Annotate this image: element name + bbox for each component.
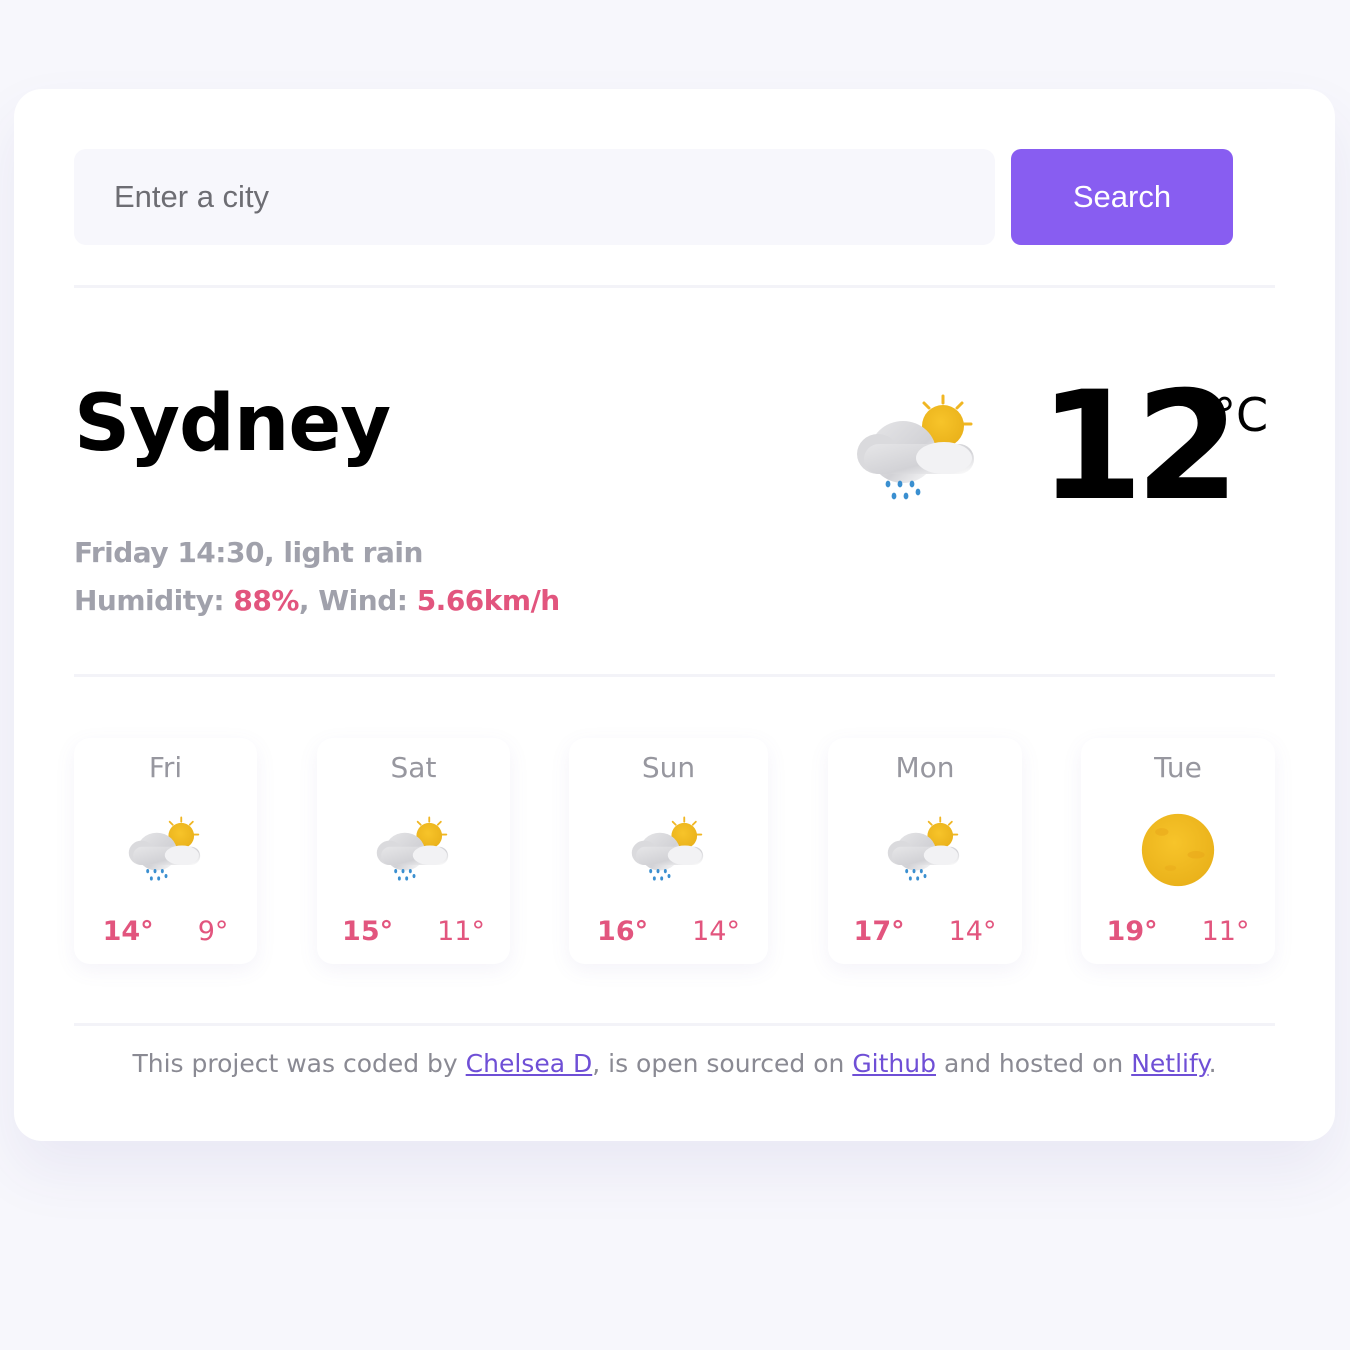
forecast-day: Mon 17° 14° (828, 738, 1022, 964)
forecast-day-name: Sun (641, 751, 696, 784)
footer-text: . (1208, 1049, 1217, 1078)
forecast-min-temp: 14° (948, 916, 997, 947)
forecast-temps: 17° 14° (828, 914, 1022, 950)
forecast-day: Tue 19° 11° (1081, 738, 1275, 964)
forecast-day: Sun 16° 14° (569, 738, 768, 964)
forecast-day: Fri 14° 9° (74, 738, 257, 964)
forecast-temps: 16° 14° (569, 914, 768, 950)
forecast-temps: 19° 11° (1081, 914, 1275, 950)
rain-sun-icon (884, 815, 966, 887)
sun-icon (1139, 811, 1217, 889)
rain-sun-icon (628, 815, 710, 887)
wind-label: Wind: (318, 584, 408, 617)
footer: This project was coded by Chelsea D, is … (14, 1044, 1335, 1084)
forecast-max-temp: 14° (102, 916, 154, 947)
forecast-day-name: Tue (1154, 751, 1202, 784)
rain-sun-icon (856, 392, 980, 510)
forecast-min-temp: 11° (437, 916, 485, 947)
forecast-day-name: Fri (148, 751, 183, 784)
humidity-value: 88% (233, 584, 299, 617)
weather-details: Friday 14:30, light rain Humidity: 88%, … (74, 529, 560, 625)
weather-app-card: Search Sydney Friday 14:30, light rain H… (14, 89, 1335, 1141)
forecast-day: Sat 15° 11° (317, 738, 510, 964)
github-link[interactable]: Github (852, 1049, 936, 1078)
divider (74, 285, 1275, 288)
author-link[interactable]: Chelsea D (466, 1049, 593, 1078)
current-datetime: Friday 14:30 (74, 536, 264, 569)
forecast-temps: 14° 9° (74, 914, 257, 950)
humidity-label: Humidity: (74, 584, 225, 617)
weather-description: light rain (283, 536, 423, 569)
rain-sun-icon (373, 815, 455, 887)
search-button[interactable]: Search (1011, 149, 1233, 245)
forecast-min-temp: 14° (692, 916, 740, 947)
city-name: Sydney (74, 379, 391, 469)
search-input[interactable] (74, 149, 995, 245)
forecast-max-temp: 16° (597, 916, 649, 947)
forecast-day-name: Sat (390, 751, 437, 784)
footer-text: This project was coded by (132, 1049, 466, 1078)
divider (74, 674, 1275, 677)
footer-text: and hosted on (936, 1049, 1132, 1078)
current-temperature: 12 (1039, 360, 1240, 534)
footer-text: , is open sourced on (592, 1049, 853, 1078)
forecast-max-temp: 19° (1106, 916, 1158, 947)
forecast-min-temp: 9° (197, 916, 229, 947)
netlify-link[interactable]: Netlify (1131, 1049, 1208, 1078)
date-description-line: Friday 14:30, light rain (74, 536, 423, 569)
wind-value: 5.66km/h (416, 584, 561, 617)
forecast-min-temp: 11° (1201, 916, 1250, 947)
temperature-unit: °C (1213, 388, 1269, 442)
rain-sun-icon (125, 815, 207, 887)
forecast-max-temp: 15° (342, 916, 394, 947)
forecast-day-name: Mon (895, 751, 955, 784)
forecast-temps: 15° 11° (317, 914, 510, 950)
humidity-wind-line: Humidity: 88%, Wind: 5.66km/h (74, 584, 561, 617)
forecast-max-temp: 17° (853, 916, 905, 947)
divider (74, 1023, 1275, 1026)
